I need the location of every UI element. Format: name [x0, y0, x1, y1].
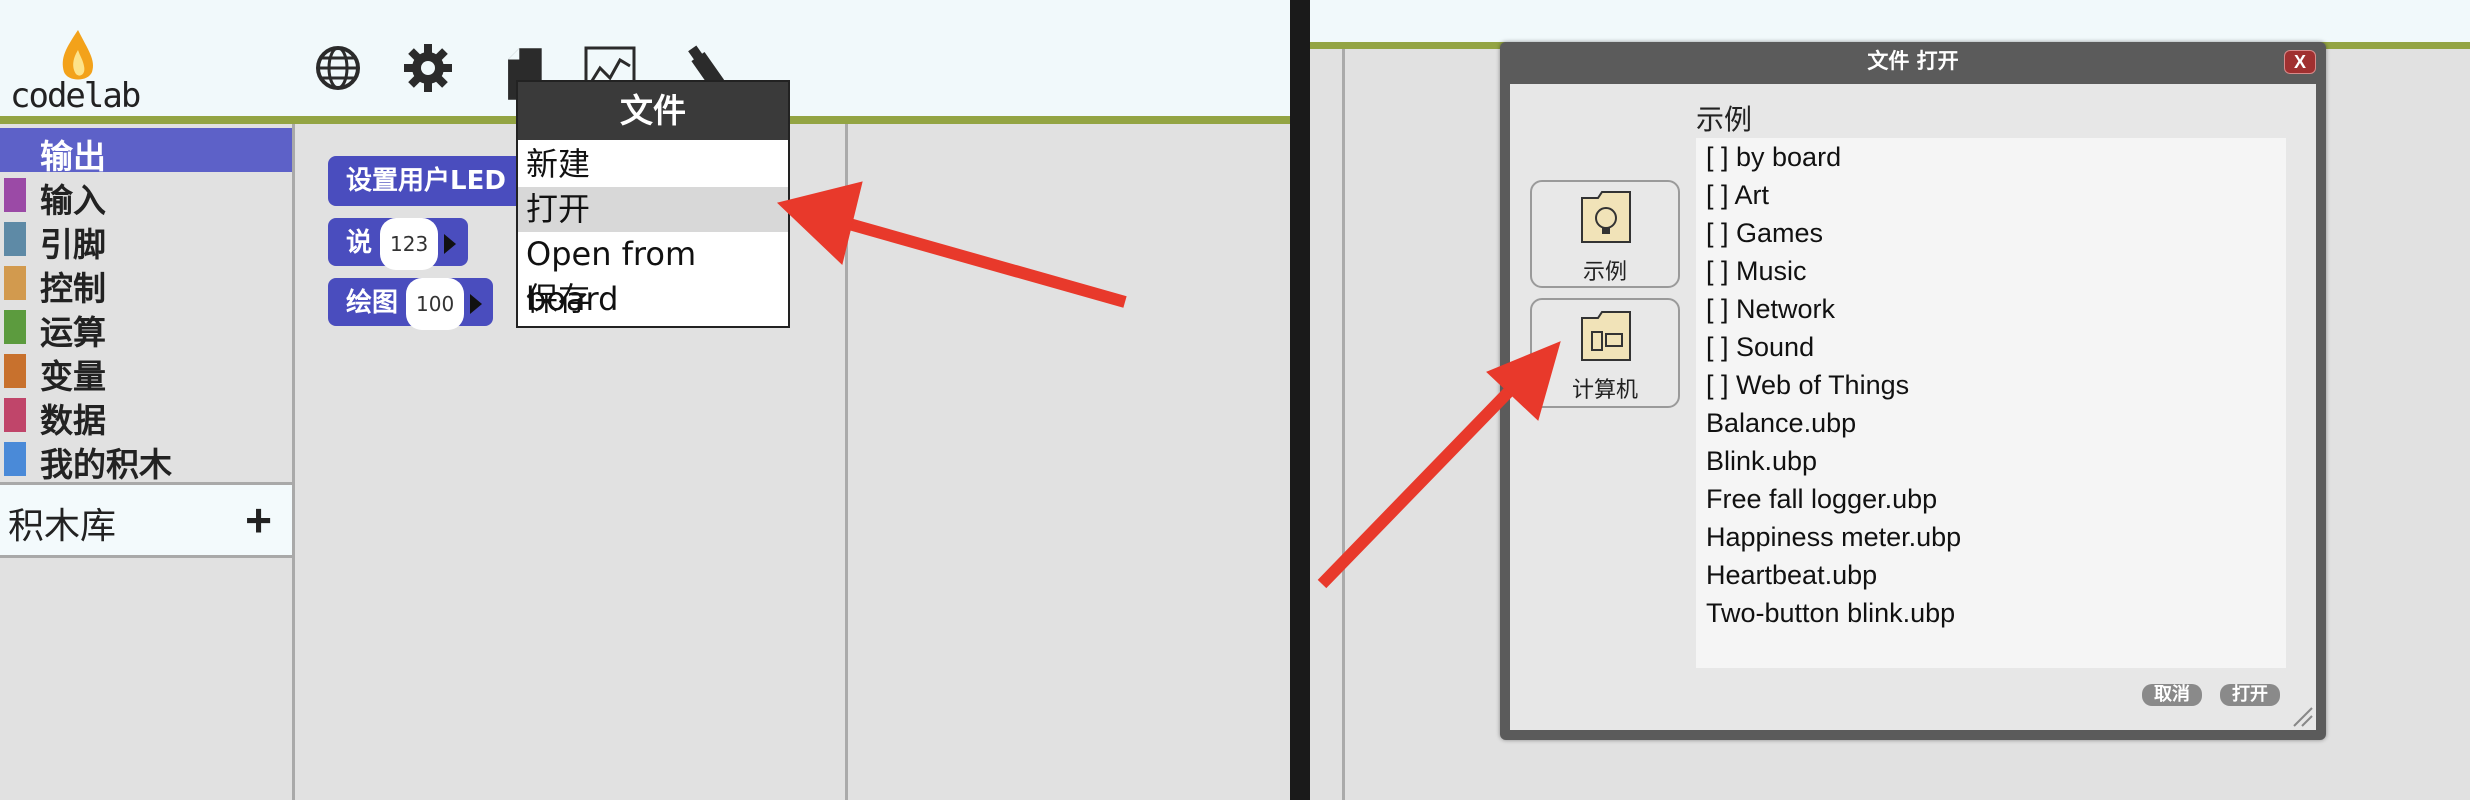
arrow-head-icon	[776, 181, 863, 265]
arrow-to-computer-button	[1317, 373, 1527, 589]
arrow-to-open-menu-item	[826, 212, 1127, 308]
annotation-arrows	[776, 181, 1561, 589]
